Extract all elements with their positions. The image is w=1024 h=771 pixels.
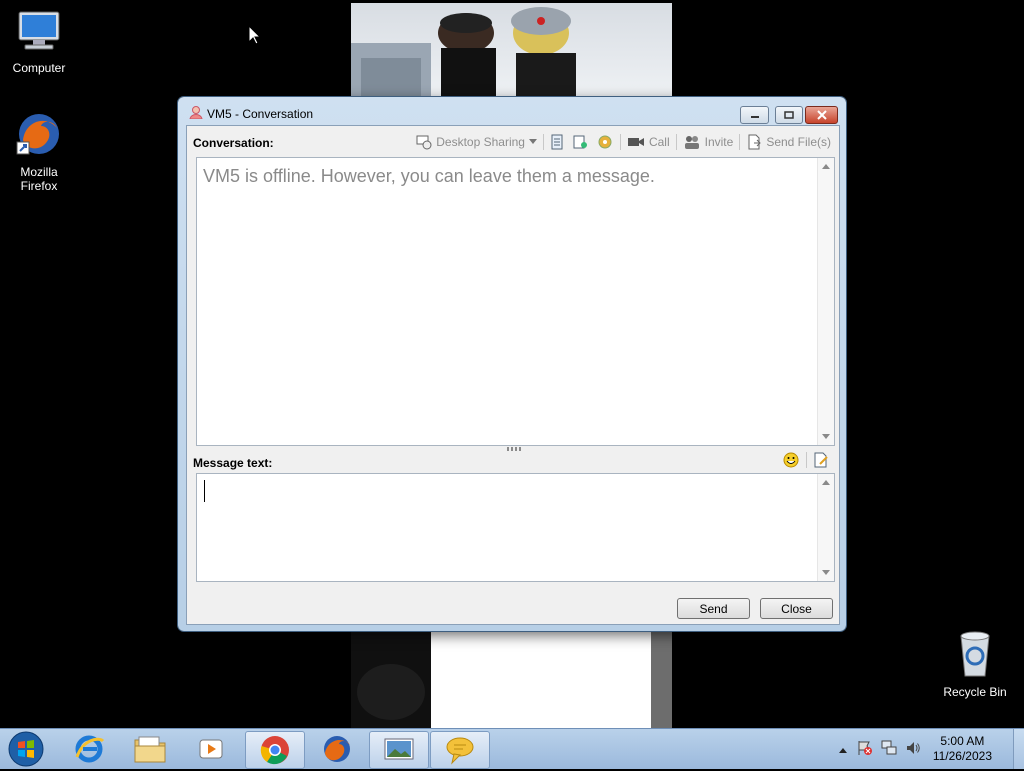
conversation-window: VM5 - Conversation Conversation: Desktop… [178, 97, 846, 631]
windows-logo-icon [8, 731, 44, 767]
clock-date: 11/26/2023 [932, 749, 992, 763]
minimize-icon [750, 116, 759, 118]
close-button[interactable]: Close [760, 598, 833, 619]
format-text-button[interactable] [813, 452, 829, 471]
firefox-icon [1, 110, 77, 161]
contact-info-icon [573, 135, 587, 149]
scroll-down-arrow-icon[interactable] [822, 434, 830, 439]
history-button[interactable] [546, 132, 568, 152]
show-desktop-button[interactable] [1013, 729, 1024, 769]
call-label: Call [648, 135, 670, 149]
emoticon-button[interactable] [783, 452, 799, 471]
video-camera-icon [627, 138, 644, 146]
close-icon [816, 110, 827, 120]
media-player-icon [199, 739, 223, 759]
network-icon [881, 740, 897, 754]
desktop-sharing-button[interactable]: Desktop Sharing [412, 132, 541, 152]
smiley-icon [783, 452, 799, 468]
conversation-label: Conversation: [193, 136, 274, 150]
window-title: VM5 - Conversation [207, 107, 314, 121]
window-client-area: Conversation: Desktop Sharing Call Invit… [186, 125, 840, 625]
message-input[interactable] [196, 473, 835, 582]
history-icon [551, 134, 563, 150]
message-text-label: Message text: [193, 456, 273, 470]
desktop-icon-label: Mozilla Firefox [20, 165, 58, 193]
maximize-button[interactable] [775, 106, 803, 124]
folder-icon [134, 736, 166, 763]
chat-bubble-icon [446, 737, 474, 765]
title-bar[interactable]: VM5 - Conversation [178, 97, 846, 127]
desktop-sharing-label: Desktop Sharing [436, 135, 525, 149]
taskbar-messenger[interactable] [430, 731, 490, 769]
invite-label: Invite [704, 135, 734, 149]
gear-icon [598, 135, 612, 149]
toolbar-separator [619, 134, 621, 150]
taskbar-firefox[interactable] [308, 731, 366, 767]
desktop-icon-computer[interactable]: Computer [1, 10, 77, 75]
computer-icon [1, 10, 77, 57]
message-scrollbar[interactable] [817, 474, 834, 581]
desktop-icon-recycle-bin[interactable]: Recycle Bin [937, 630, 1013, 699]
scroll-up-arrow-icon[interactable] [822, 164, 830, 169]
conversation-history-pane[interactable]: VM5 is offline. However, you can leave t… [196, 157, 835, 446]
offline-notice: VM5 is offline. However, you can leave t… [203, 166, 655, 186]
taskbar-file-explorer[interactable] [121, 731, 179, 767]
conversation-scrollbar[interactable] [817, 158, 834, 445]
invite-icon [684, 136, 699, 149]
chevron-down-icon [528, 139, 537, 144]
toolbar-separator [675, 134, 677, 150]
send-file-icon [748, 134, 762, 150]
taskbar-remote-desktop[interactable] [369, 731, 429, 769]
image-viewer-icon [384, 738, 414, 760]
maximize-icon [784, 111, 794, 119]
send-button[interactable]: Send [677, 598, 750, 619]
system-tray: 5:00 AM 11/26/2023 [833, 729, 1014, 769]
chevron-up-icon [838, 748, 847, 753]
splitter-handle[interactable] [507, 447, 523, 451]
firefox-icon [324, 736, 350, 762]
taskbar-internet-explorer[interactable] [60, 731, 118, 767]
buddy-icon [189, 105, 203, 122]
scroll-up-arrow-icon[interactable] [822, 480, 830, 485]
taskbar-chrome[interactable] [245, 731, 305, 769]
network-button[interactable] [877, 740, 901, 759]
clock[interactable]: 5:00 AM 11/26/2023 [933, 734, 992, 764]
desktop-icon-label: Recycle Bin [943, 685, 1007, 699]
send-files-label: Send File(s) [766, 135, 831, 149]
taskbar: 5:00 AM 11/26/2023 [0, 728, 1024, 769]
invite-button[interactable]: Invite [679, 132, 738, 152]
chrome-icon [260, 736, 289, 765]
call-button[interactable]: Call [623, 132, 674, 152]
wallpaper-image-bottom [351, 632, 672, 728]
desktop-icon-label: Computer [12, 61, 66, 75]
start-button[interactable] [6, 730, 46, 771]
desktop-icon-firefox[interactable]: Mozilla Firefox [1, 110, 77, 193]
mouse-cursor-icon [248, 24, 262, 48]
clock-time: 5:00 AM [940, 734, 985, 748]
show-hidden-icons-button[interactable] [833, 742, 853, 756]
scroll-down-arrow-icon[interactable] [822, 570, 830, 575]
edit-font-icon [814, 452, 828, 468]
contact-info-button[interactable] [568, 132, 592, 152]
volume-button[interactable] [901, 740, 925, 759]
send-files-button[interactable]: Send File(s) [742, 132, 835, 152]
conversation-toolbar: Desktop Sharing Call Invite Send File(s) [412, 132, 835, 152]
toolbar-separator [542, 134, 544, 150]
internet-explorer-icon [75, 735, 105, 763]
wallpaper-image-top [351, 3, 672, 96]
close-window-button[interactable] [805, 106, 838, 124]
toolbar-separator [806, 452, 807, 468]
taskbar-media-player[interactable] [182, 731, 240, 767]
emoticons-settings-button[interactable] [592, 132, 618, 152]
recycle-bin-icon [937, 630, 1013, 681]
speaker-icon [906, 741, 920, 754]
text-caret [204, 480, 205, 502]
action-center-flag-icon [858, 740, 872, 755]
toolbar-separator [739, 134, 741, 150]
minimize-button[interactable] [740, 106, 769, 124]
desktop-sharing-icon [416, 135, 432, 150]
action-center-button[interactable] [853, 740, 877, 759]
